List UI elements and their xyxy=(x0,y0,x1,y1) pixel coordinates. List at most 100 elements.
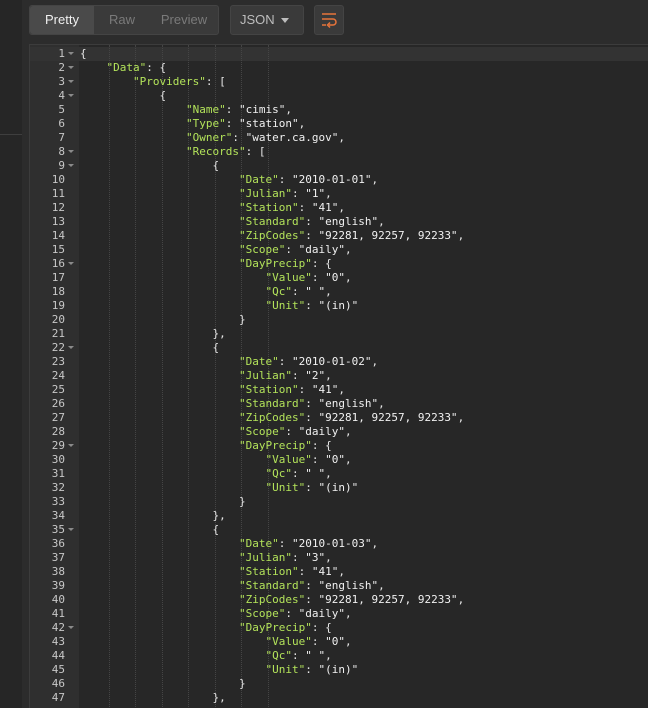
json-key: "Scope" xyxy=(239,243,286,256)
code-text: "Qc": " ", xyxy=(266,467,332,481)
json-string: "english" xyxy=(318,579,379,592)
code-text: "Station": "41", xyxy=(239,565,345,579)
code-line: 45 "Unit": "(in)" xyxy=(30,663,648,677)
line-number: 6 xyxy=(58,117,65,130)
json-punctuation: { xyxy=(159,89,167,102)
json-string: " " xyxy=(305,285,326,298)
line-number: 33 xyxy=(51,495,65,508)
code-text: "ZipCodes": "92281, 92257, 92233", xyxy=(239,411,464,425)
json-string: "41" xyxy=(311,383,339,396)
json-punctuation: : xyxy=(305,481,319,494)
fold-toggle-icon[interactable] xyxy=(68,626,74,629)
code-line: 8 "Records": [ xyxy=(30,145,648,159)
line-number: 21 xyxy=(51,327,65,340)
json-string: "daily" xyxy=(298,243,345,256)
json-string: "0" xyxy=(325,271,345,284)
json-string: " " xyxy=(305,649,326,662)
json-key: "Julian" xyxy=(239,369,292,382)
fold-toggle-icon[interactable] xyxy=(68,346,74,349)
fold-toggle-icon[interactable] xyxy=(68,66,74,69)
fold-toggle-icon[interactable] xyxy=(68,528,74,531)
fold-toggle-icon[interactable] xyxy=(68,150,74,153)
fold-toggle-icon[interactable] xyxy=(68,444,74,447)
json-punctuation: : xyxy=(305,229,319,242)
line-number: 42 xyxy=(51,621,65,634)
line-number: 15 xyxy=(51,243,65,256)
json-string: "cimis" xyxy=(239,103,286,116)
code-text: "Unit": "(in)" xyxy=(266,299,359,313)
line-number: 22 xyxy=(51,341,65,354)
json-string: "0" xyxy=(325,453,345,466)
json-key: "Station" xyxy=(239,383,299,396)
json-key: "Qc" xyxy=(265,649,293,662)
json-key: "Standard" xyxy=(239,215,306,228)
json-string: "41" xyxy=(311,565,339,578)
code-text: "Type": "station", xyxy=(186,117,305,131)
code-line: 7 "Owner": "water.ca.gov", xyxy=(30,131,648,145)
fold-toggle-icon[interactable] xyxy=(68,52,74,55)
json-string: "daily" xyxy=(298,607,345,620)
wrap-lines-button[interactable] xyxy=(314,5,344,35)
json-key: "Date" xyxy=(239,173,279,186)
line-number: 7 xyxy=(58,131,65,144)
json-punctuation: { xyxy=(212,341,220,354)
line-number: 45 xyxy=(51,663,65,676)
line-number: 25 xyxy=(51,383,65,396)
json-key: "Julian" xyxy=(239,187,292,200)
json-punctuation: , xyxy=(371,537,379,550)
fold-toggle-icon[interactable] xyxy=(68,262,74,265)
json-string: "2010-01-03" xyxy=(292,537,372,550)
json-key: "Station" xyxy=(239,201,299,214)
code-text: "ZipCodes": "92281, 92257, 92233", xyxy=(239,229,464,243)
code-text: "Unit": "(in)" xyxy=(266,481,359,495)
json-punctuation: : xyxy=(311,271,326,284)
code-text: "Owner": "water.ca.gov", xyxy=(186,131,345,145)
code-line: 16 "DayPrecip": { xyxy=(30,257,648,271)
line-number: 26 xyxy=(51,397,65,410)
line-number: 24 xyxy=(51,369,65,382)
code-text: { xyxy=(213,523,220,537)
code-text: "Unit": "(in)" xyxy=(266,663,359,677)
code-text: { xyxy=(213,341,220,355)
fold-toggle-icon[interactable] xyxy=(68,80,74,83)
code-line: 41 "Scope": "daily", xyxy=(30,607,648,621)
json-punctuation: }, xyxy=(212,509,226,522)
json-punctuation: , xyxy=(344,271,352,284)
json-punctuation: : xyxy=(298,565,312,578)
view-mode-switcher: Pretty Raw Preview xyxy=(29,5,219,35)
code-line: 3 "Providers": [ xyxy=(30,75,648,89)
view-mode-pretty[interactable]: Pretty xyxy=(30,6,94,34)
view-mode-raw[interactable]: Raw xyxy=(94,6,150,34)
json-response-editor[interactable]: 1{2 "Data": {3 "Providers": [4{5 "Name": "c… xyxy=(29,44,648,708)
code-line: 40 "ZipCodes": "92281, 92257, 92233", xyxy=(30,593,648,607)
code-line: 21}, xyxy=(30,327,648,341)
fold-toggle-icon[interactable] xyxy=(68,94,74,97)
json-punctuation: } xyxy=(239,677,246,690)
json-punctuation: : xyxy=(305,593,319,606)
view-mode-preview[interactable]: Preview xyxy=(150,6,218,34)
json-string: "92281, 92257, 92233" xyxy=(318,411,458,424)
json-key: "Value" xyxy=(265,271,312,284)
code-line: 10 "Date": "2010-01-01", xyxy=(30,173,648,187)
json-string: "(in)" xyxy=(318,481,359,494)
format-select[interactable]: JSON xyxy=(230,5,304,35)
json-key: "Value" xyxy=(265,453,312,466)
code-line: 33} xyxy=(30,495,648,509)
line-number: 28 xyxy=(51,425,65,438)
code-line: 27 "ZipCodes": "92281, 92257, 92233", xyxy=(30,411,648,425)
code-text: }, xyxy=(213,327,226,341)
code-line: 42 "DayPrecip": { xyxy=(30,621,648,635)
json-punctuation: : xyxy=(291,187,306,200)
code-line: 22 { xyxy=(30,341,648,355)
json-punctuation: , xyxy=(371,173,379,186)
json-string: "2010-01-01" xyxy=(292,173,372,186)
json-key: "Data" xyxy=(106,61,147,74)
code-line: 20} xyxy=(30,313,648,327)
json-punctuation: : { xyxy=(146,61,167,74)
json-punctuation: , xyxy=(338,565,345,578)
fold-toggle-icon[interactable] xyxy=(68,164,74,167)
code-text: { xyxy=(160,89,167,103)
code-text: } xyxy=(239,677,246,691)
code-line: 31 "Qc": " ", xyxy=(30,467,648,481)
json-string: "3" xyxy=(305,551,326,564)
